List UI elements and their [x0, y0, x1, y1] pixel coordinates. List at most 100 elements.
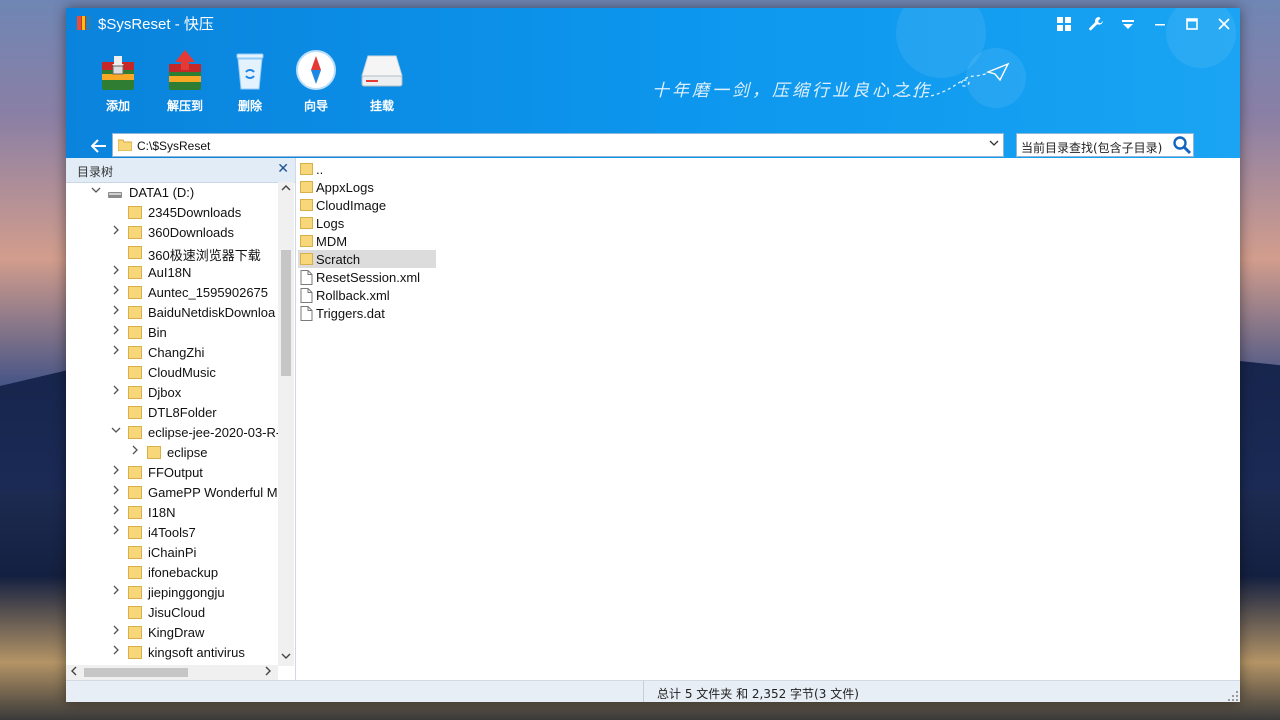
tree-item[interactable]: kingsoft antivirus	[66, 642, 278, 662]
chevron-right-icon[interactable]	[110, 485, 122, 497]
extract-label: 解压到	[166, 99, 203, 113]
chevron-right-icon[interactable]	[129, 445, 141, 457]
tree-horizontal-scrollbar[interactable]	[66, 665, 278, 680]
folder-row[interactable]: ..	[298, 160, 436, 178]
tree-item[interactable]: 2345Downloads	[66, 202, 278, 222]
tree-item[interactable]: iChainPi	[66, 542, 278, 562]
wizard-button[interactable]: 向导	[288, 48, 344, 114]
tree-item[interactable]: eclipse-jee-2020-03-R-	[66, 422, 278, 442]
chevron-right-icon[interactable]	[110, 505, 122, 517]
search-placeholder: 当前目录查找(包含子目录)	[1021, 141, 1163, 155]
dropdown-icon[interactable]	[1115, 13, 1141, 35]
add-archive-icon	[102, 56, 134, 90]
folder-icon	[128, 605, 142, 619]
address-bar[interactable]: C:\$SysReset	[112, 133, 1004, 157]
tree-item[interactable]: JisuCloud	[66, 602, 278, 622]
chevron-down-icon[interactable]	[989, 138, 999, 151]
tree-item-label: 360Downloads	[148, 225, 235, 240]
file-list-panel: .. AppxLogs CloudImage Logs MDM Scratch ResetS…	[297, 158, 1240, 680]
extract-button[interactable]: 解压到	[157, 48, 213, 114]
tree-item[interactable]: DTL8Folder	[66, 402, 278, 422]
tree-item-label: Bin	[148, 325, 167, 340]
mount-label: 挂载	[369, 99, 394, 113]
folder-icon	[128, 545, 142, 559]
folder-icon	[128, 405, 142, 419]
chevron-right-icon[interactable]	[110, 345, 122, 357]
tree-item[interactable]: i4Tools7	[66, 522, 278, 542]
tree-item[interactable]: jiepinggongju	[66, 582, 278, 602]
chevron-right-icon[interactable]	[110, 585, 122, 597]
tree-item[interactable]: BaiduNetdiskDownloa	[66, 302, 278, 322]
folder-icon	[128, 645, 142, 659]
tree-item[interactable]: ChangZhi	[66, 342, 278, 362]
chevron-right-icon[interactable]	[110, 525, 122, 537]
file-name: ..	[316, 162, 324, 177]
tree-item[interactable]: ifonebackup	[66, 562, 278, 582]
chevron-right-icon[interactable]	[110, 325, 122, 337]
folder-icon	[128, 425, 142, 439]
tree-item-label: eclipse-jee-2020-03-R-	[148, 425, 278, 440]
resize-grip-icon[interactable]	[1228, 691, 1238, 701]
maximize-icon[interactable]	[1179, 13, 1205, 35]
close-tree-icon[interactable]: ✕	[277, 161, 289, 177]
search-input[interactable]: 当前目录查找(包含子目录)	[1016, 133, 1194, 157]
back-arrow-icon[interactable]	[88, 135, 110, 157]
add-button[interactable]: 添加	[90, 48, 146, 114]
tree-item[interactable]: GamePP Wonderful M	[66, 482, 278, 502]
tree-item[interactable]: Bin	[66, 322, 278, 342]
tree-item-label: iChainPi	[148, 545, 197, 560]
tree-item[interactable]: I18N	[66, 502, 278, 522]
chevron-right-icon[interactable]	[110, 625, 122, 637]
scroll-right-icon[interactable]	[264, 666, 272, 679]
folder-icon	[128, 225, 142, 239]
scroll-left-icon[interactable]	[70, 666, 78, 679]
folder-row[interactable]: Scratch	[298, 250, 436, 268]
chevron-right-icon[interactable]	[110, 265, 122, 277]
scroll-up-icon[interactable]	[281, 184, 291, 195]
delete-button[interactable]: 删除	[222, 48, 278, 114]
folder-row[interactable]: MDM	[298, 232, 436, 250]
tree-item[interactable]: Djbox	[66, 382, 278, 402]
chevron-right-icon[interactable]	[110, 465, 122, 477]
folder-icon	[300, 252, 313, 265]
chevron-right-icon[interactable]	[110, 385, 122, 397]
folder-row[interactable]: AppxLogs	[298, 178, 436, 196]
tree-item[interactable]: FFOutput	[66, 462, 278, 482]
file-icon	[300, 270, 313, 285]
tree-item[interactable]: AuI18N	[66, 262, 278, 282]
chevron-right-icon[interactable]	[110, 225, 122, 237]
mount-button[interactable]: 挂载	[354, 48, 410, 114]
scroll-down-icon[interactable]	[281, 652, 291, 663]
tree-vertical-scrollbar[interactable]	[278, 182, 294, 666]
folder-icon	[128, 305, 142, 319]
chevron-right-icon[interactable]	[110, 645, 122, 657]
scroll-thumb[interactable]	[281, 250, 291, 376]
scroll-thumb[interactable]	[84, 668, 188, 677]
tree-item[interactable]: KingDraw	[66, 622, 278, 642]
grid-icon[interactable]	[1051, 13, 1077, 35]
close-icon[interactable]	[1211, 13, 1237, 35]
tree-item[interactable]: eclipse	[66, 442, 278, 462]
tree-item[interactable]: Auntec_1595902675	[66, 282, 278, 302]
file-row[interactable]: Rollback.xml	[298, 286, 436, 304]
search-icon[interactable]	[1172, 135, 1192, 155]
tree-item[interactable]: CloudMusic	[66, 362, 278, 382]
folder-icon	[300, 180, 313, 193]
file-row[interactable]: ResetSession.xml	[298, 268, 436, 286]
folder-row[interactable]: CloudImage	[298, 196, 436, 214]
chevron-right-icon[interactable]	[110, 285, 122, 297]
tree-item[interactable]: 360极速浏览器下载	[66, 242, 278, 263]
chevron-down-icon[interactable]	[110, 425, 122, 437]
file-icon	[300, 288, 313, 303]
wrench-icon[interactable]	[1083, 13, 1109, 35]
tree-list: DATA1 (D:) 2345Downloads 360Downloads 360极…	[66, 182, 278, 666]
tree-item-drive[interactable]: DATA1 (D:)	[66, 182, 278, 202]
file-name: CloudImage	[316, 198, 387, 213]
chevron-down-icon[interactable]	[90, 185, 102, 197]
file-icon	[300, 306, 313, 321]
folder-row[interactable]: Logs	[298, 214, 436, 232]
file-row[interactable]: Triggers.dat	[298, 304, 436, 322]
tree-item[interactable]: 360Downloads	[66, 222, 278, 242]
chevron-right-icon[interactable]	[110, 305, 122, 317]
minimize-icon[interactable]	[1147, 13, 1173, 35]
